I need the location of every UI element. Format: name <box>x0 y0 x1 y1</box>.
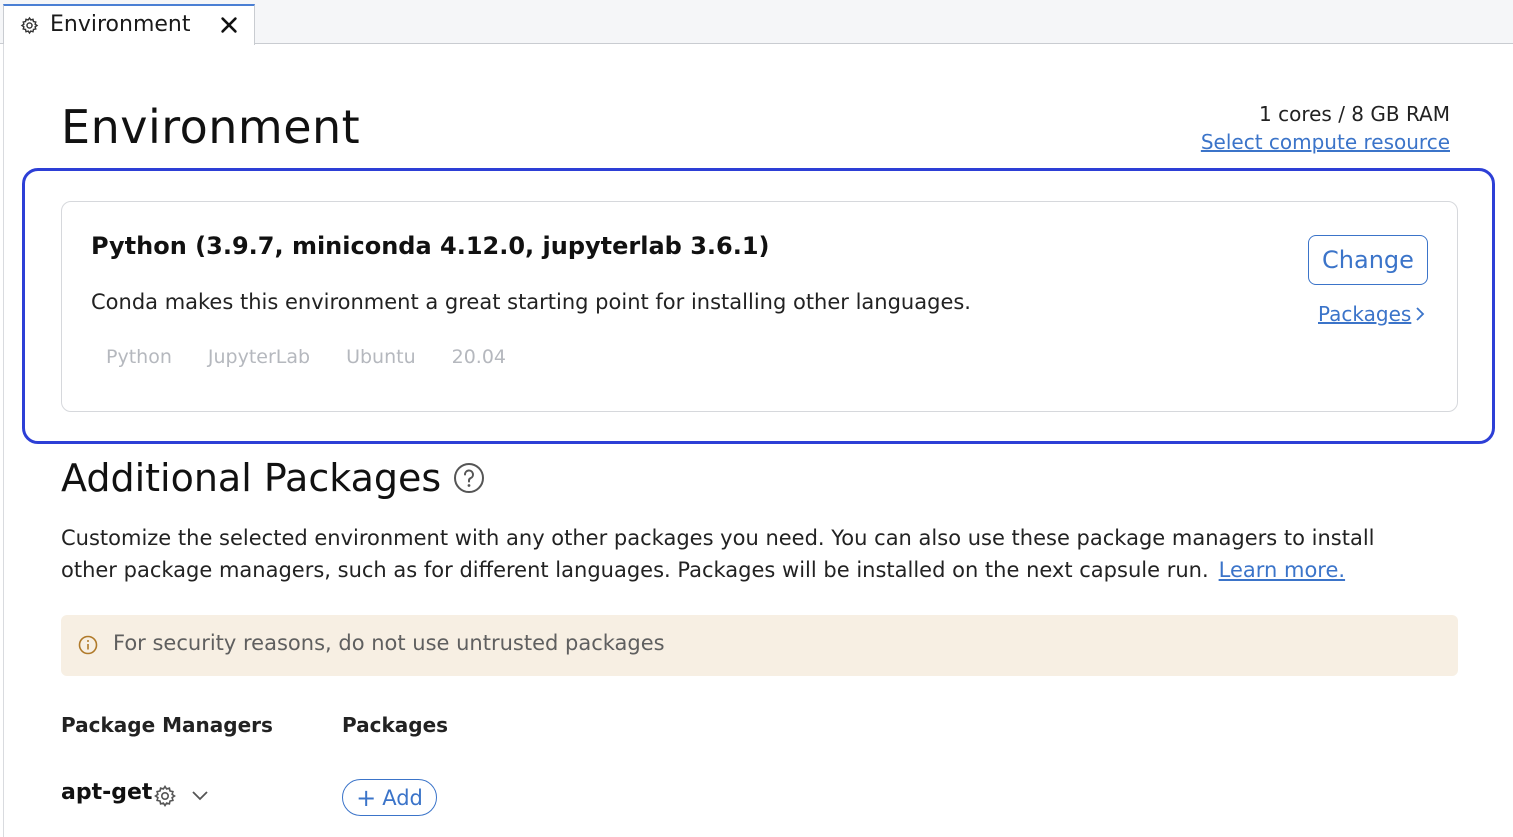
panel-edge <box>3 44 4 837</box>
tag: JupyterLab <box>207 346 311 368</box>
chevron-right-icon <box>1416 307 1425 321</box>
tab-label: Environment <box>50 12 191 37</box>
add-package-button[interactable]: + Add <box>342 779 437 816</box>
learn-more-link[interactable]: Learn more. <box>1219 558 1345 582</box>
add-label: Add <box>382 785 423 810</box>
page-title: Environment <box>61 100 361 154</box>
environment-card[interactable]: Python (3.9.7, miniconda 4.12.0, jupyter… <box>61 201 1458 412</box>
info-icon <box>78 635 98 655</box>
environment-description: Conda makes this environment a great sta… <box>91 290 971 314</box>
close-icon[interactable] <box>218 14 240 36</box>
package-manager-name: apt-get <box>61 780 153 805</box>
gear-icon <box>20 16 39 35</box>
tab-bar: Environment <box>0 0 1513 45</box>
warning-text: For security reasons, do not use untrust… <box>113 631 665 655</box>
tag: 20.04 <box>451 346 507 368</box>
environment-name: Python (3.9.7, miniconda 4.12.0, jupyter… <box>91 232 770 260</box>
packages-link[interactable]: Packages <box>1318 302 1425 326</box>
help-icon[interactable] <box>453 462 485 494</box>
tag: Python <box>106 346 172 368</box>
plus-icon: + <box>356 783 377 812</box>
change-button[interactable]: Change <box>1308 235 1428 285</box>
chevron-down-icon[interactable] <box>190 788 210 804</box>
tag: Ubuntu <box>346 346 416 368</box>
column-header-package-managers: Package Managers <box>61 713 273 737</box>
tab-environment[interactable]: Environment <box>3 4 255 45</box>
security-warning: For security reasons, do not use untrust… <box>61 615 1458 676</box>
section-title-text: Additional Packages <box>61 456 442 500</box>
select-compute-link[interactable]: Select compute resource <box>1201 130 1450 154</box>
gear-icon[interactable] <box>153 784 177 808</box>
environment-tags: Python JupyterLab Ubuntu 20.04 <box>106 346 542 368</box>
additional-packages-description: Customize the selected environment with … <box>61 522 1431 586</box>
compute-spec: 1 cores / 8 GB RAM <box>1259 102 1450 126</box>
description-text: Customize the selected environment with … <box>61 526 1375 582</box>
additional-packages-heading: Additional Packages <box>61 456 485 500</box>
packages-link-label: Packages <box>1318 302 1412 326</box>
column-header-packages: Packages <box>342 713 449 737</box>
